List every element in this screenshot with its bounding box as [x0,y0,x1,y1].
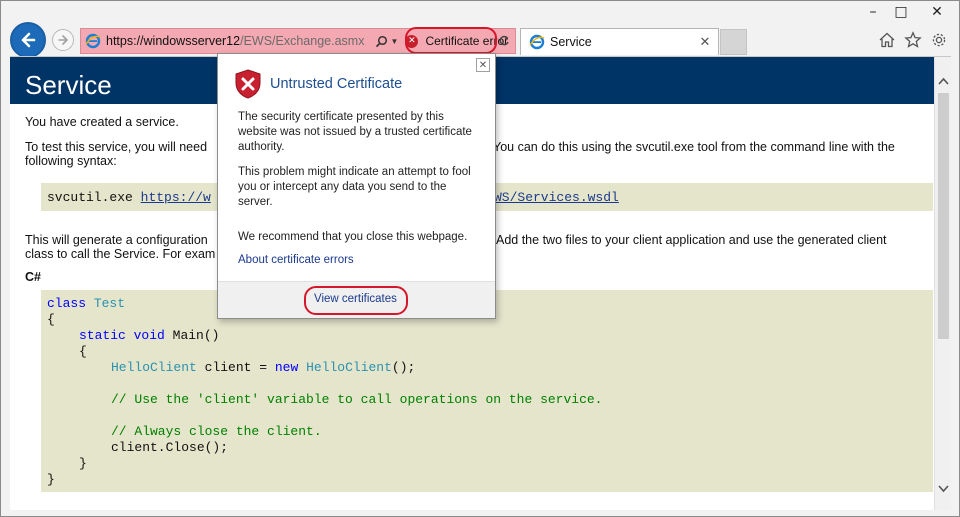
shield-error-icon [235,69,261,99]
test-text-line1b: You can do this using the svcutil.exe to… [493,140,895,154]
view-certificates-link[interactable]: View certificates [314,293,397,305]
forward-arrow-icon [58,35,68,45]
generate-text-line1b: Add the two files to your client applica… [496,233,887,247]
maximize-icon[interactable]: □ [887,1,915,23]
popup-para-warning: This problem might indicate an attempt t… [238,166,471,208]
chevron-down-icon[interactable]: ▼ [389,32,399,50]
about-certificate-errors-link[interactable]: About certificate errors [238,254,354,266]
code-comment-close-client: // Always close the client. [111,424,322,439]
test-text-line2: following syntax: [25,154,117,168]
window-controls: – □ ✕ [859,1,959,25]
code-static-keyword: static [79,328,126,343]
code-main: Main() [172,328,220,343]
address-url[interactable]: https://windowsserver12/EWS/Exchange.asm… [106,34,364,48]
code-brace-open-2: { [79,344,87,359]
popup-para-recommend: We recommend that you close this webpage… [238,231,468,243]
untrusted-certificate-popup: ✕ Untrusted Certificate The security cer… [217,53,496,319]
code-helloclient-ctor: HelloClient [306,360,392,375]
scroll-thumb[interactable] [938,93,949,339]
close-tab-icon[interactable]: ✕ [696,33,714,51]
code-client-assign: client = [204,360,268,375]
scroll-down-icon[interactable] [935,480,951,497]
popup-para-untrusted: The security certificate presented by th… [238,111,472,153]
code-class-keyword: class [47,296,87,311]
generate-text-line1a: This will generate a configuration [25,233,208,247]
back-button[interactable] [10,22,46,58]
generate-text-line2: class to call the Service. For exam [25,247,216,261]
scroll-up-icon[interactable] [935,72,951,89]
code-helloclient-type: HelloClient [111,360,197,375]
minimize-icon[interactable]: – [859,1,887,23]
new-tab-button[interactable] [720,29,747,55]
code-void-keyword: void [133,328,165,343]
ie-logo-icon [81,29,105,53]
code-brace-close-2: } [79,456,87,471]
back-arrow-icon [21,32,36,48]
code-brace-open-1: { [47,312,55,327]
address-url-host: https://windowsserver12 [106,34,241,48]
csharp-code-box: class Test { static void Main() { HelloC… [41,290,933,492]
close-popup-icon[interactable]: ✕ [476,58,490,72]
code-close-call: client.Close(); [111,440,229,455]
forward-button[interactable] [52,29,74,51]
created-text: You have created a service. [25,115,179,129]
code-comment-use-client: // Use the 'client' variable to call ope… [111,392,603,407]
vertical-scrollbar[interactable] [934,57,951,510]
ie-page-icon [526,31,548,53]
close-window-icon[interactable]: ✕ [915,1,959,23]
search-icon[interactable] [373,32,389,50]
refresh-icon[interactable] [496,33,512,49]
address-url-path: /EWS/Exchange.asmx [240,34,365,48]
tab-label: Service [550,35,592,49]
code-class-name: Test [93,296,126,311]
page-title: Service [25,70,112,100]
settings-gear-icon[interactable] [929,30,949,50]
csharp-label: C# [25,270,41,284]
browser-window: – □ ✕ https://windowsserver12/EWS/Exchan… [0,0,960,517]
certificate-error-highlight [405,27,497,54]
popup-footer: View certificates [218,281,495,318]
tab-service[interactable]: Service ✕ [520,28,719,55]
wsdl-link[interactable]: https://w [141,190,211,205]
svcutil-command: svcutil.exe [47,190,133,205]
code-ctor-end: (); [391,360,416,375]
toolbar-icons [877,30,949,50]
code-new-keyword: new [274,360,299,375]
popup-title: Untrusted Certificate [270,76,403,92]
code-brace-close-1: } [47,472,55,487]
home-icon[interactable] [877,30,897,50]
wsdl-link-tail[interactable]: WS/Services.wsdl [494,190,619,205]
favorites-star-icon[interactable] [903,30,923,50]
test-text-line1a: To test this service, you will need [25,140,208,154]
